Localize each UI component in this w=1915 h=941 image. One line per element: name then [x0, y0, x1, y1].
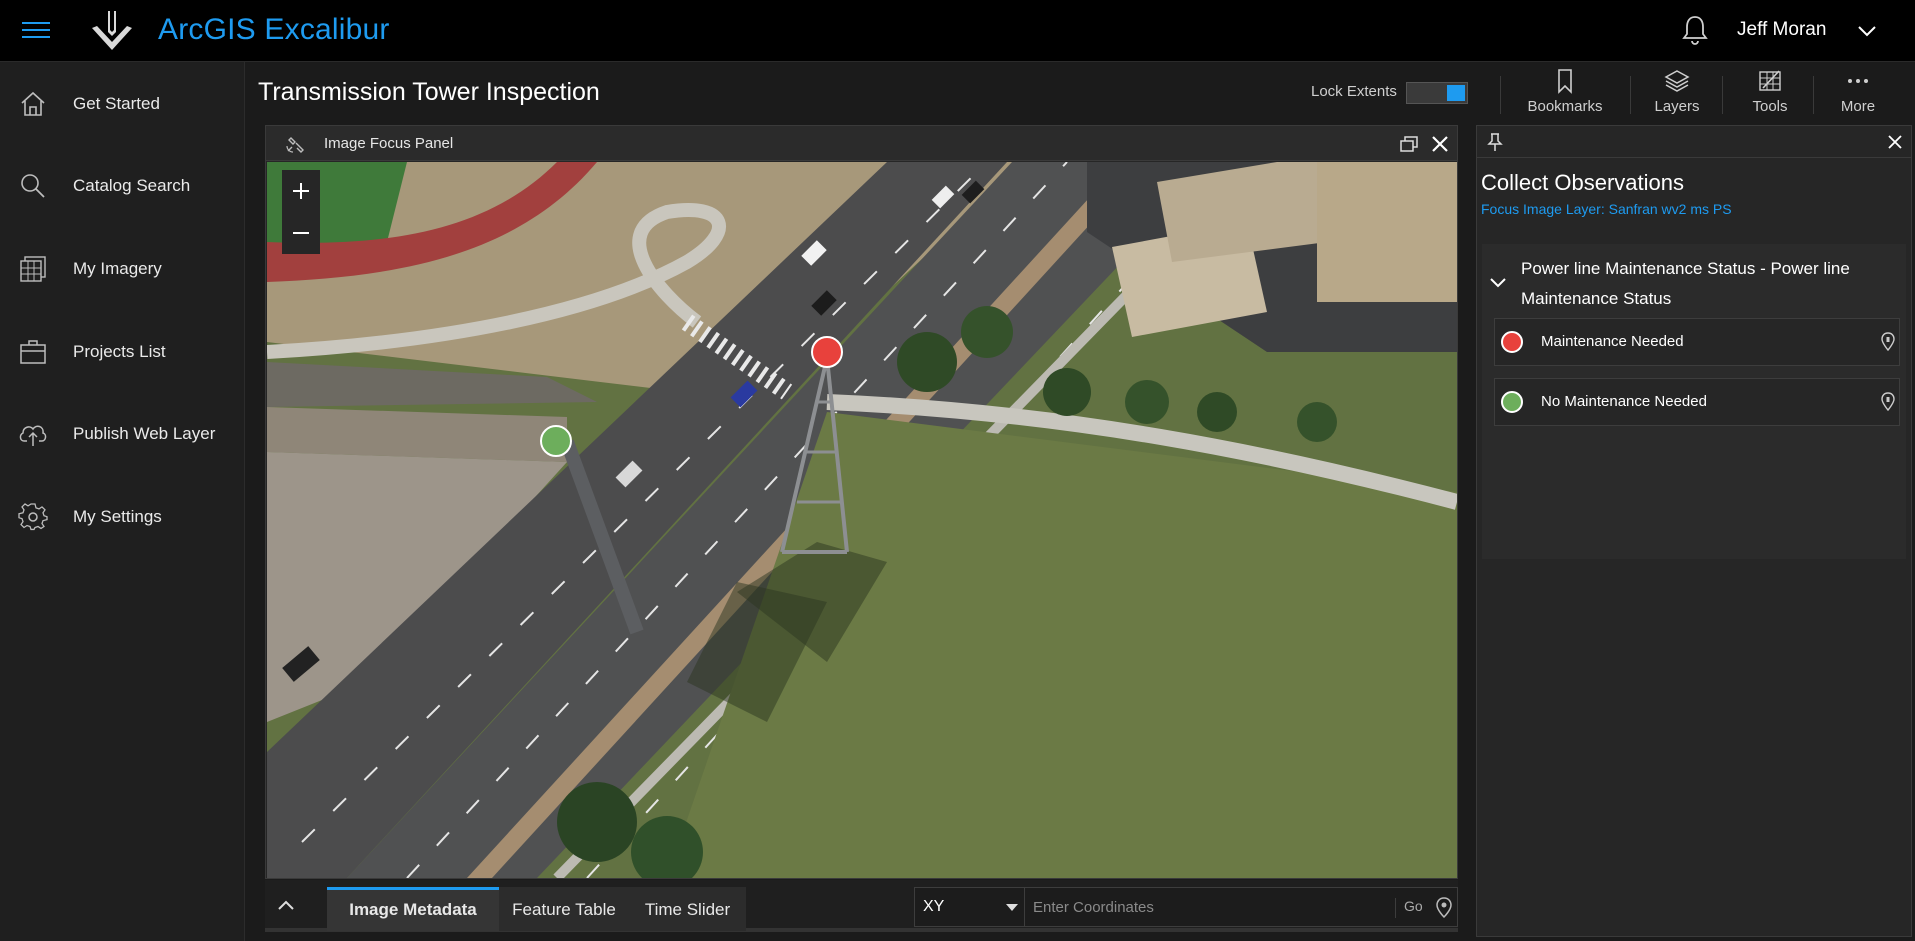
user-name[interactable]: Jeff Moran [1737, 19, 1826, 41]
caret-down-icon [1006, 904, 1018, 911]
aerial-image-map[interactable] [267, 162, 1457, 878]
plus-icon [293, 183, 309, 199]
app-title[interactable]: ArcGIS Excalibur [158, 13, 390, 47]
toolbar-divider [1722, 76, 1723, 114]
imagery-icon [20, 256, 46, 282]
group-title: Power line Maintenance Status - Power li… [1521, 259, 1850, 308]
sidebar-item-projects-list[interactable]: Projects List [0, 322, 245, 382]
tab-image-metadata[interactable]: Image Metadata [327, 887, 499, 931]
image-focus-panel: Image Focus Panel [265, 125, 1458, 879]
briefcase-icon [20, 340, 46, 364]
close-icon[interactable] [1887, 134, 1903, 150]
focus-image-layer-link[interactable]: Focus Image Layer: Sanfran wv2 ms PS [1481, 201, 1732, 217]
minus-icon [293, 232, 309, 234]
zoom-in-button[interactable] [282, 170, 320, 212]
map-pin-icon[interactable] [1881, 331, 1895, 353]
hamburger-menu-icon[interactable] [22, 17, 50, 45]
coordinate-input[interactable] [1027, 890, 1372, 924]
sidebar-item-my-settings[interactable]: My Settings [0, 487, 245, 547]
layers-button[interactable]: Layers [1632, 66, 1722, 120]
pin-icon[interactable] [1487, 132, 1503, 152]
tool-label: Layers [1654, 98, 1700, 115]
tool-label: More [1840, 98, 1876, 115]
lock-extents-toggle[interactable] [1406, 82, 1468, 104]
sidebar-item-label: Catalog Search [73, 176, 191, 195]
toolbar-divider [1500, 76, 1501, 114]
satellite-icon [286, 137, 304, 153]
observation-label: Maintenance Needed [1541, 333, 1684, 350]
sidebar-item-my-imagery[interactable]: My Imagery [0, 239, 245, 299]
sidebar-item-label: Publish Web Layer [73, 424, 216, 443]
map-pin-icon[interactable] [1881, 391, 1895, 413]
status-dot-red [1501, 331, 1523, 353]
tool-label: Bookmarks [1527, 98, 1603, 115]
aerial-imagery [267, 162, 1457, 878]
sidebar-item-label: My Settings [73, 507, 162, 526]
map-pin-icon[interactable] [1435, 897, 1453, 919]
zoom-controls [282, 170, 320, 254]
sidebar-item-label: Projects List [73, 342, 166, 361]
panel-header [1477, 126, 1911, 158]
tab-feature-table[interactable]: Feature Table [499, 887, 629, 931]
excalibur-logo-icon [92, 11, 132, 50]
sidebar: Get Started Catalog Search My Imagery Pr… [0, 62, 245, 941]
restore-window-icon[interactable] [1396, 132, 1420, 156]
gear-icon [18, 503, 48, 531]
close-icon[interactable] [1428, 132, 1452, 156]
panel-title: Image Focus Panel [324, 135, 454, 152]
zoom-out-button[interactable] [282, 212, 320, 254]
page-title: Transmission Tower Inspection [258, 78, 600, 106]
sidebar-item-catalog-search[interactable]: Catalog Search [0, 156, 245, 216]
upload-cloud-icon [19, 425, 47, 446]
observation-no-maintenance-needed[interactable]: No Maintenance Needed [1494, 378, 1900, 426]
bottom-bar: Image Metadata Feature Table Time Slider… [265, 880, 1458, 932]
bell-icon[interactable] [1680, 14, 1710, 46]
sidebar-item-publish-web-layer[interactable]: Publish Web Layer [0, 404, 245, 464]
tools-button[interactable]: Tools [1725, 66, 1815, 120]
status-dot-green [1501, 391, 1523, 413]
coordinate-system-select[interactable]: XY [915, 888, 1025, 926]
chevron-down-icon[interactable] [1488, 272, 1508, 292]
layers-icon [1664, 70, 1690, 92]
search-icon [21, 174, 45, 198]
top-bar: ArcGIS Excalibur Jeff Moran [0, 0, 1915, 62]
chevron-up-icon[interactable] [273, 892, 299, 918]
more-button[interactable]: More [1813, 66, 1903, 120]
chevron-down-icon[interactable] [1856, 20, 1878, 42]
observation-label: No Maintenance Needed [1541, 393, 1707, 410]
no-maintenance-marker[interactable] [540, 425, 572, 457]
collect-observations-panel: Collect Observations Focus Image Layer: … [1476, 125, 1912, 937]
tools-icon [1759, 70, 1781, 91]
coordinate-system-value: XY [923, 898, 945, 915]
observations-title: Collect Observations [1481, 170, 1684, 195]
sidebar-item-label: Get Started [73, 94, 160, 113]
bookmark-icon [1558, 69, 1572, 94]
observation-maintenance-needed[interactable]: Maintenance Needed [1494, 318, 1900, 366]
home-icon [21, 91, 45, 116]
more-icon [1848, 79, 1868, 83]
tool-label: Tools [1752, 98, 1788, 115]
tab-time-slider[interactable]: Time Slider [629, 887, 746, 931]
coordinate-search: XY Go [914, 887, 1458, 927]
lock-extents-label: Lock Extents [1311, 83, 1397, 100]
toolbar-divider [1630, 76, 1631, 114]
toggle-knob [1447, 85, 1465, 101]
maintenance-needed-marker[interactable] [811, 336, 843, 368]
sidebar-item-get-started[interactable]: Get Started [0, 74, 245, 134]
go-button[interactable]: Go [1395, 898, 1423, 918]
observation-group: Power line Maintenance Status - Power li… [1482, 244, 1906, 559]
panel-header: Image Focus Panel [266, 126, 1457, 161]
sidebar-item-label: My Imagery [73, 259, 162, 278]
bookmarks-button[interactable]: Bookmarks [1520, 66, 1610, 120]
